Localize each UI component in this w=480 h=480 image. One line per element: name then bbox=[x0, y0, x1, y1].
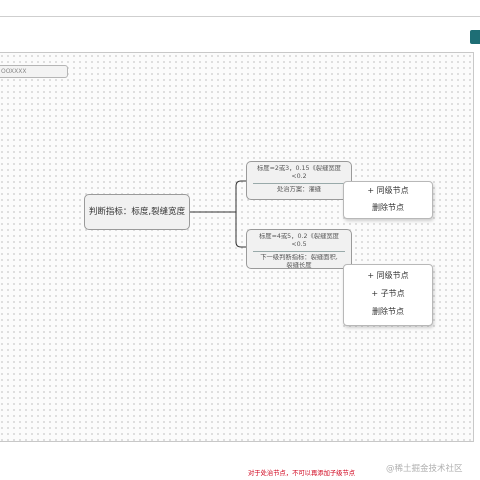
child-detail-line1: 下一级判断指标：裂缝面积, bbox=[260, 254, 338, 261]
child-node-next-level[interactable]: 标度=4或5，0.2《裂缝宽度 <0.5 下一级判断指标：裂缝面积, 裂缝长度 bbox=[246, 229, 352, 269]
add-child-node-button[interactable]: + 子节点 bbox=[344, 285, 432, 303]
root-node[interactable]: 判断指标：标度,裂缝宽度 bbox=[84, 194, 190, 230]
child-condition-line1: 标度=2或3，0.15《裂缝宽度 bbox=[257, 165, 341, 172]
child-condition-line2: <0.2 bbox=[291, 173, 307, 180]
child-divider bbox=[253, 251, 345, 252]
header-action-button[interactable] bbox=[470, 30, 480, 44]
add-sibling-node-button[interactable]: + 同级节点 bbox=[344, 267, 432, 285]
child-node-treatment[interactable]: 标度=2或3，0.15《裂缝宽度 <0.2 处治方案：灌缝 bbox=[246, 161, 352, 200]
child-divider bbox=[253, 183, 345, 184]
add-sibling-node-button[interactable]: + 同级节点 bbox=[344, 182, 432, 199]
child-detail-line2: 裂缝长度 bbox=[286, 262, 312, 269]
child-condition-line2: <0.5 bbox=[291, 241, 307, 248]
child-detail-line1: 处治方案：灌缝 bbox=[276, 186, 322, 193]
context-menu-branch: + 同级节点 + 子节点 删除节点 bbox=[343, 264, 433, 326]
delete-node-button[interactable]: 删除节点 bbox=[344, 199, 432, 216]
search-input[interactable]: OOXXXX bbox=[0, 65, 68, 78]
footer-note: 对于处治节点，不可以再添加子级节点 bbox=[248, 470, 356, 477]
delete-node-button[interactable]: 删除节点 bbox=[344, 303, 432, 321]
child-condition-line1: 标度=4或5，0.2《裂缝宽度 bbox=[259, 233, 339, 240]
mindmap-canvas[interactable] bbox=[0, 52, 474, 442]
top-divider bbox=[0, 16, 480, 17]
context-menu-leaf: + 同级节点 删除节点 bbox=[343, 181, 433, 219]
watermark: @稀土掘金技术社区 bbox=[386, 464, 463, 474]
